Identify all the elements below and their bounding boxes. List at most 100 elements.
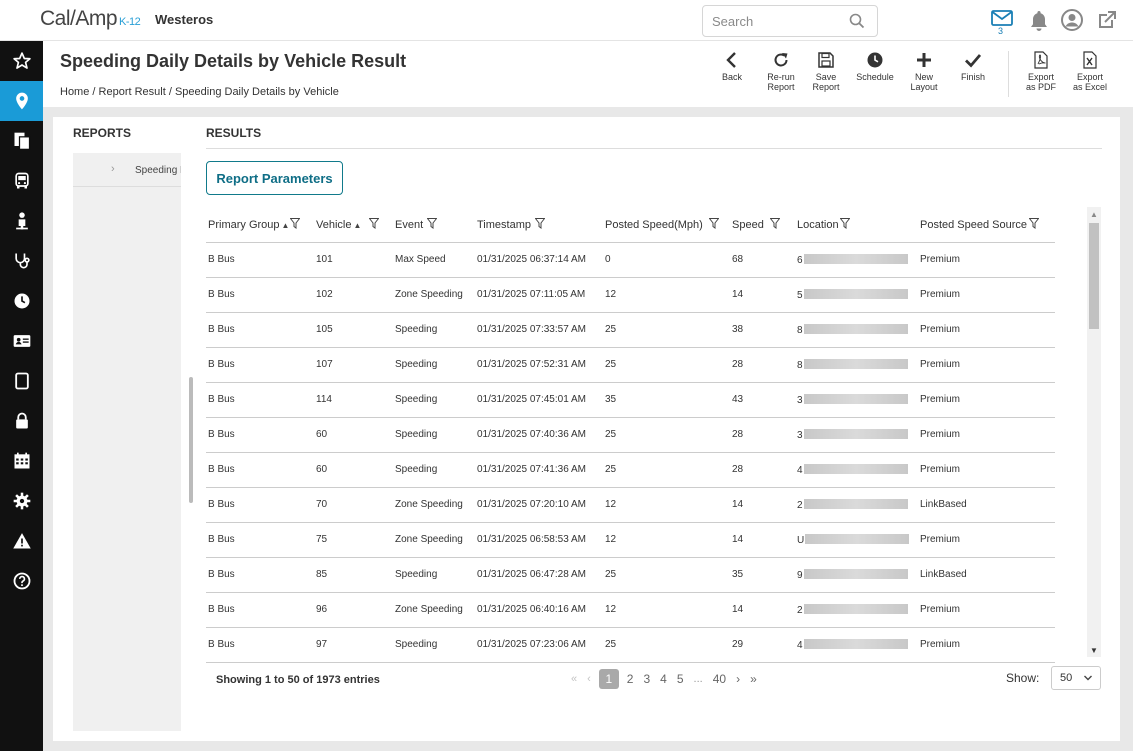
cell-speed-text: 28: [732, 359, 744, 370]
report-parameters-button[interactable]: Report Parameters: [206, 161, 343, 195]
rerun-report-button[interactable]: Re-run Report: [757, 51, 805, 92]
save-report-button[interactable]: Save Report: [802, 51, 850, 92]
sidebar-item-devices[interactable]: [0, 361, 43, 401]
map-pin-icon: [15, 92, 28, 110]
filter-icon[interactable]: [290, 217, 301, 229]
cell-vehicle: 102: [314, 277, 393, 313]
page-link-last[interactable]: 40: [713, 672, 726, 686]
filter-icon[interactable]: [1029, 217, 1040, 229]
user-avatar-icon[interactable]: [1060, 8, 1084, 32]
sidebar-item-students[interactable]: [0, 201, 43, 241]
page-link[interactable]: 3: [643, 672, 650, 686]
filter-icon[interactable]: [369, 217, 380, 229]
table-row[interactable]: B Bus 60 Speeding 01/31/2025 07:41:36 AM 25 2…: [206, 452, 1055, 488]
page-link[interactable]: 4: [660, 672, 667, 686]
column-header-timestamp[interactable]: Timestamp: [475, 207, 603, 243]
reports-scrollbar[interactable]: [189, 377, 193, 503]
page-link[interactable]: 5: [677, 672, 684, 686]
scroll-up-arrow-icon[interactable]: ▲: [1090, 210, 1098, 219]
results-table-body: B Bus 101 Max Speed 01/31/2025 06:37:14 AM 0…: [206, 242, 1055, 663]
cell-posted-speed-source-text: LinkBased: [920, 499, 967, 510]
scrollbar-thumb[interactable]: [1089, 223, 1099, 329]
redacted-location: [803, 568, 908, 579]
sidebar-item-reports[interactable]: [0, 121, 43, 161]
cell-posted-speed-source-text: Premium: [920, 639, 961, 650]
cell-location: 8: [795, 312, 918, 348]
column-header-location[interactable]: Location: [795, 207, 918, 243]
new-layout-button[interactable]: New Layout: [900, 51, 948, 92]
scroll-down-arrow-icon[interactable]: ▼: [1090, 646, 1098, 655]
cell-location-text: 9: [797, 569, 803, 581]
filter-icon[interactable]: [839, 217, 850, 229]
bell-icon[interactable]: [1027, 9, 1051, 33]
search-input[interactable]: [703, 6, 843, 36]
column-header-event[interactable]: Event: [393, 207, 475, 243]
cell-posted-speed-text: 25: [605, 464, 617, 475]
sort-asc-icon[interactable]: ▲: [353, 221, 361, 230]
table-row[interactable]: B Bus 114 Speeding 01/31/2025 07:45:01 AM 35…: [206, 382, 1055, 418]
cell-timestamp-text: 01/31/2025 06:37:14 AM: [477, 254, 586, 265]
sidebar-item-buses[interactable]: [0, 161, 43, 201]
column-header-primary-group[interactable]: Primary Group ▲: [206, 207, 314, 243]
table-row[interactable]: B Bus 107 Speeding 01/31/2025 07:52:31 AM 25…: [206, 347, 1055, 383]
sidebar-item-calendar[interactable]: [0, 441, 43, 481]
filter-icon[interactable]: [708, 217, 719, 229]
cell-timestamp: 01/31/2025 07:33:57 AM: [475, 312, 603, 348]
search-icon[interactable]: [849, 13, 865, 29]
column-header-posted-speed-source[interactable]: Posted Speed Source: [918, 207, 1055, 243]
sidebar-item-help[interactable]: [0, 561, 43, 601]
cell-vehicle-text: 85: [316, 569, 328, 580]
column-header-speed[interactable]: Speed: [730, 207, 795, 243]
cell-speed-text: 43: [732, 394, 744, 405]
app-logo[interactable]: Cal/Amp K-12: [40, 7, 141, 31]
column-header-vehicle[interactable]: Vehicle ▲: [314, 207, 393, 243]
cell-posted-speed-text: 25: [605, 324, 617, 335]
sidebar-item-alerts[interactable]: [0, 521, 43, 561]
page-link-current[interactable]: 1: [598, 669, 619, 689]
export-excel-button[interactable]: Export as Excel: [1066, 51, 1114, 92]
filter-icon[interactable]: [769, 217, 780, 229]
filter-icon[interactable]: [535, 217, 545, 229]
page-size-select[interactable]: 50: [1051, 666, 1101, 690]
next-page-icon[interactable]: ›: [736, 672, 740, 686]
chevron-right-icon[interactable]: ›: [111, 163, 115, 175]
filter-icon[interactable]: [427, 217, 438, 229]
sidebar-item-health[interactable]: [0, 241, 43, 281]
table-row[interactable]: B Bus 75 Zone Speeding 01/31/2025 06:58:53 …: [206, 522, 1055, 558]
table-row[interactable]: B Bus 85 Speeding 01/31/2025 06:47:28 AM 25 3…: [206, 557, 1055, 593]
table-scrollbar[interactable]: ▲ ▼: [1087, 207, 1101, 657]
cell-timestamp: 01/31/2025 07:23:06 AM: [475, 627, 603, 663]
sidebar-item-settings[interactable]: [0, 481, 43, 521]
export-pdf-button[interactable]: Export as PDF: [1017, 51, 1065, 92]
table-row[interactable]: B Bus 105 Speeding 01/31/2025 07:33:57 AM 25…: [206, 312, 1055, 348]
toolbar-divider: [1008, 51, 1009, 97]
sidebar-item-security[interactable]: [0, 401, 43, 441]
sidebar-item-map[interactable]: [0, 81, 43, 121]
breadcrumb-report-result[interactable]: Report Result: [99, 86, 166, 98]
table-row[interactable]: B Bus 70 Zone Speeding 01/31/2025 07:20:10 …: [206, 487, 1055, 523]
sidebar-item-history[interactable]: [0, 281, 43, 321]
reports-tree-item[interactable]: › Speeding Daily Details by Vehicle: [73, 153, 181, 187]
schedule-button[interactable]: Schedule: [851, 51, 899, 82]
back-button[interactable]: Back: [708, 51, 756, 82]
previous-page-icon[interactable]: ‹: [587, 673, 591, 685]
table-row[interactable]: B Bus 97 Speeding 01/31/2025 07:23:06 AM 25 2…: [206, 627, 1055, 663]
sidebar-item-favorites[interactable]: [0, 41, 43, 81]
breadcrumb-home[interactable]: Home: [60, 86, 89, 98]
column-header-posted-speed[interactable]: Posted Speed(Mph): [603, 207, 730, 243]
external-link-icon[interactable]: [1095, 8, 1119, 32]
page-link[interactable]: 2: [627, 672, 634, 686]
first-page-icon[interactable]: «: [571, 673, 577, 685]
finish-button[interactable]: Finish: [949, 51, 997, 82]
search-box[interactable]: [702, 5, 878, 37]
tenant-name[interactable]: Westeros: [155, 12, 213, 27]
table-row[interactable]: B Bus 60 Speeding 01/31/2025 07:40:36 AM 25 2…: [206, 417, 1055, 453]
cell-timestamp-text: 01/31/2025 07:33:57 AM: [477, 324, 586, 335]
sidebar-item-contacts[interactable]: [0, 321, 43, 361]
table-row[interactable]: B Bus 101 Max Speed 01/31/2025 06:37:14 AM 0…: [206, 242, 1055, 278]
table-row[interactable]: B Bus 102 Zone Speeding 01/31/2025 07:11:05…: [206, 277, 1055, 313]
sort-asc-icon[interactable]: ▲: [282, 221, 290, 230]
cell-posted-speed: 25: [603, 557, 730, 593]
last-page-icon[interactable]: »: [750, 672, 757, 686]
table-row[interactable]: B Bus 96 Zone Speeding 01/31/2025 06:40:16 …: [206, 592, 1055, 628]
